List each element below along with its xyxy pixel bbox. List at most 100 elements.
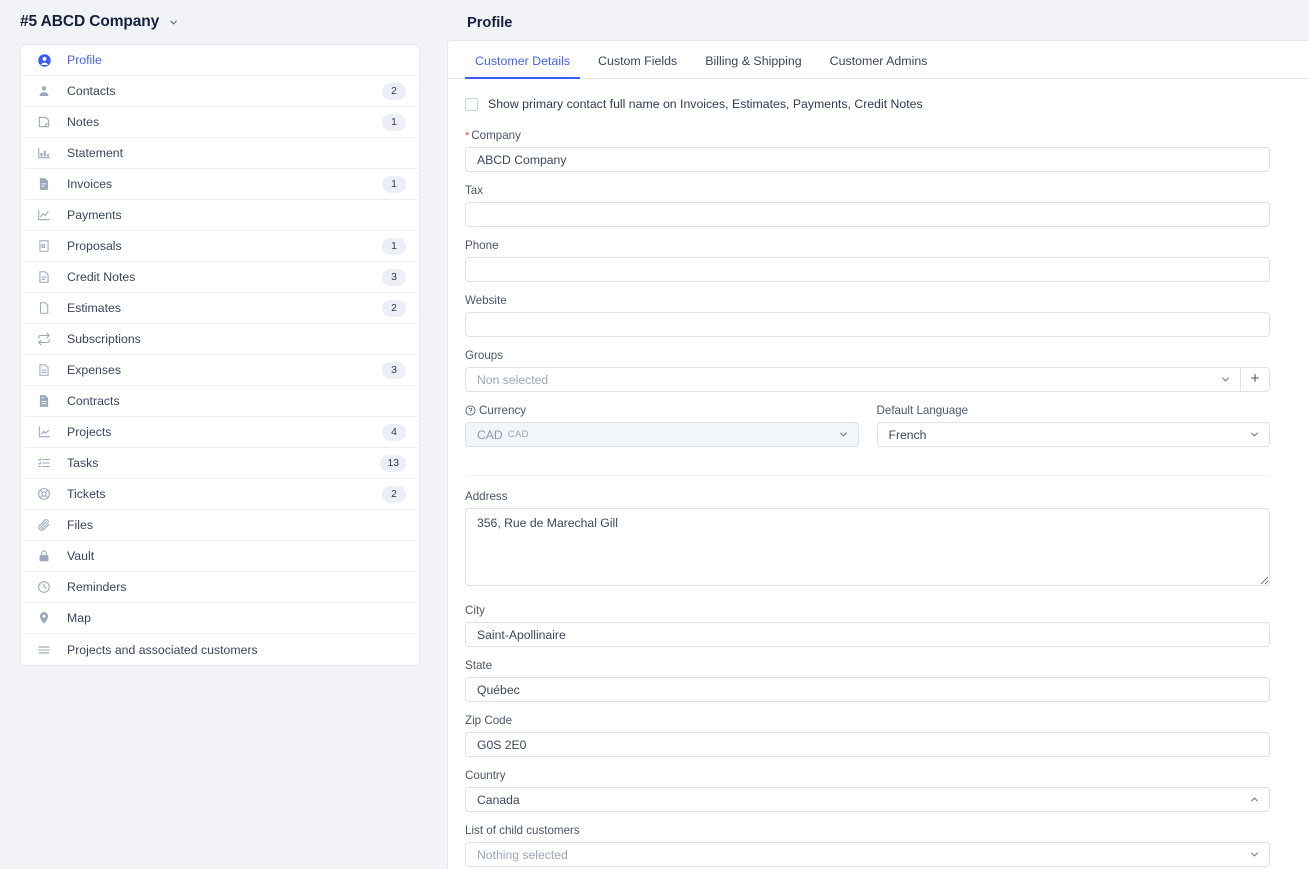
sidebar-item-label: Tickets	[67, 487, 106, 501]
customer-header[interactable]: #5 ABCD Company	[20, 0, 420, 44]
zip-code-label: Zip Code	[465, 714, 513, 727]
sidebar-item-profile[interactable]: Profile	[21, 45, 419, 76]
show-primary-contact-row[interactable]: Show primary contact full name on Invoic…	[465, 97, 1270, 111]
customer-title: #5 ABCD Company	[20, 13, 160, 30]
section-divider	[465, 475, 1270, 476]
sidebar-item-subscriptions[interactable]: Subscriptions	[21, 324, 419, 355]
sidebar-item-tickets[interactable]: Tickets 2	[21, 479, 419, 510]
profile-tabs: Customer Details Custom Fields Billing & S…	[448, 41, 1309, 79]
tax-label: Tax	[465, 184, 484, 197]
sidebar-item-badge: 1	[382, 237, 406, 255]
customer-sidebar: #5 ABCD Company Profile Contacts 2 Notes 1 St…	[0, 0, 440, 869]
task-list-icon	[35, 454, 53, 472]
tax-field-group: Tax	[465, 184, 1270, 227]
sidebar-item-projects[interactable]: Projects 4	[21, 417, 419, 448]
default-language-value: French	[888, 427, 927, 442]
sidebar-item-notes[interactable]: Notes 1	[21, 107, 419, 138]
chart-line-icon	[35, 206, 53, 224]
sidebar-item-contracts[interactable]: Contracts	[21, 386, 419, 417]
sidebar-item-vault[interactable]: Vault	[21, 541, 419, 572]
sidebar-item-expenses[interactable]: Expenses 3	[21, 355, 419, 386]
sidebar-item-label: Payments	[67, 208, 122, 222]
lifebuoy-icon	[35, 485, 53, 503]
phone-label: Phone	[465, 239, 499, 252]
sidebar-item-label: Expenses	[67, 363, 122, 377]
city-input[interactable]	[465, 622, 1270, 647]
tab-customer-admins[interactable]: Customer Admins	[820, 54, 938, 79]
profile-panel: Customer Details Custom Fields Billing & S…	[447, 40, 1309, 869]
groups-select[interactable]: Non selected	[465, 367, 1241, 392]
map-pin-icon	[35, 609, 53, 627]
proposal-icon	[35, 237, 53, 255]
question-circle-icon	[465, 405, 476, 416]
currency-select: CAD CAD	[465, 422, 859, 447]
child-customers-label: List of child customers	[465, 824, 580, 837]
sidebar-item-statement[interactable]: Statement	[21, 138, 419, 169]
file-icon	[35, 299, 53, 317]
sidebar-item-files[interactable]: Files	[21, 510, 419, 541]
default-language-select[interactable]: French	[876, 422, 1270, 447]
sidebar-item-label: Invoices	[67, 177, 113, 191]
sidebar-item-label: Map	[67, 611, 91, 625]
website-input[interactable]	[465, 312, 1270, 337]
country-select[interactable]: Canada	[465, 787, 1270, 812]
zip-code-field-group: Zip Code	[465, 714, 1270, 757]
sidebar-item-label: Vault	[67, 549, 95, 563]
sidebar-item-label: Reminders	[67, 580, 127, 594]
user-circle-icon	[35, 51, 53, 69]
sidebar-item-projects-and-associated-customers[interactable]: Projects and associated customers	[21, 634, 419, 665]
sidebar-item-estimates[interactable]: Estimates 2	[21, 293, 419, 324]
currency-label: Currency	[465, 404, 859, 418]
customer-profile-page: #5 ABCD Company Profile Contacts 2 Notes 1 St…	[0, 0, 1309, 869]
sidebar-item-proposals[interactable]: Proposals 1	[21, 231, 419, 262]
sidebar-item-payments[interactable]: Payments	[21, 200, 419, 231]
page-title: Profile	[467, 15, 513, 31]
groups-select-value: Non selected	[477, 372, 549, 387]
country-field-group: Country Canada	[465, 769, 1270, 812]
child-customers-select[interactable]: Nothing selected	[465, 842, 1270, 867]
child-customers-value: Nothing selected	[477, 847, 568, 862]
project-chart-icon	[35, 423, 53, 441]
currency-label-text: Currency	[479, 404, 527, 417]
phone-input[interactable]	[465, 257, 1270, 282]
zip-code-input[interactable]	[465, 732, 1270, 757]
list-icon	[35, 641, 53, 659]
sidebar-item-label: Projects and associated customers	[67, 642, 258, 657]
sidebar-item-tasks[interactable]: Tasks 13	[21, 448, 419, 479]
state-input[interactable]	[465, 677, 1270, 702]
contract-icon	[35, 392, 53, 410]
sidebar-item-label: Tasks	[67, 456, 99, 470]
tax-input[interactable]	[465, 202, 1270, 227]
add-group-button[interactable]	[1241, 367, 1270, 392]
sidebar-item-label: Notes	[67, 115, 100, 129]
sidebar-item-invoices[interactable]: Invoices 1	[21, 169, 419, 200]
company-field-group: * Company	[465, 129, 1270, 172]
sidebar-item-map[interactable]: Map	[21, 603, 419, 634]
country-value: Canada	[477, 792, 520, 807]
tab-custom-fields[interactable]: Custom Fields	[588, 54, 687, 79]
paperclip-icon	[35, 516, 53, 534]
tab-billing-shipping[interactable]: Billing & Shipping	[695, 54, 811, 79]
sidebar-item-badge: 1	[382, 175, 406, 193]
plus-icon	[1249, 371, 1261, 389]
sidebar-item-badge: 2	[382, 485, 406, 503]
address-textarea[interactable]	[465, 508, 1270, 586]
sidebar-item-contacts[interactable]: Contacts 2	[21, 76, 419, 107]
show-primary-contact-checkbox[interactable]	[465, 97, 478, 111]
sidebar-item-credit-notes[interactable]: Credit Notes 3	[21, 262, 419, 293]
tab-customer-details[interactable]: Customer Details	[465, 54, 581, 79]
city-field-group: City	[465, 604, 1270, 647]
note-icon	[35, 113, 53, 131]
company-input[interactable]	[465, 147, 1270, 172]
expense-icon	[35, 361, 53, 379]
sidebar-item-label: Contacts	[67, 84, 116, 98]
sidebar-item-reminders[interactable]: Reminders	[21, 572, 419, 603]
phone-field-group: Phone	[465, 239, 1270, 282]
chevron-down-icon	[1220, 368, 1231, 391]
sidebar-item-badge: 3	[382, 268, 406, 286]
sidebar-menu: Profile Contacts 2 Notes 1 Statement Invoices 1…	[20, 44, 420, 666]
city-label: City	[465, 604, 485, 617]
sidebar-item-badge: 13	[380, 454, 406, 472]
sidebar-item-label: Proposals	[67, 239, 122, 253]
chevron-down-icon[interactable]	[168, 17, 179, 28]
